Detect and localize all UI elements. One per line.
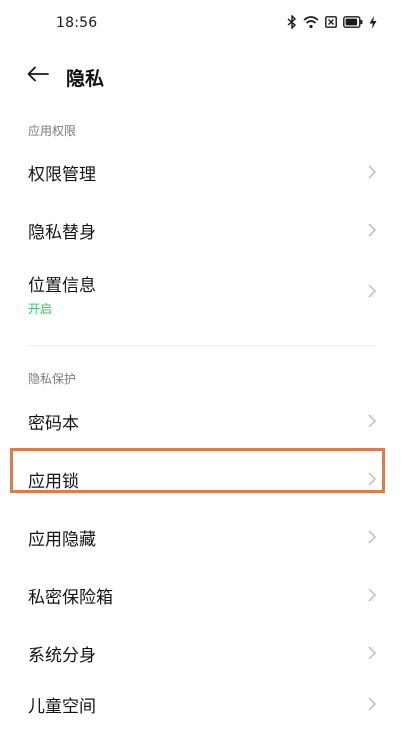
page-title: 隐私 (66, 68, 105, 90)
chevron-right-icon (368, 414, 377, 428)
location-status: 开启 (28, 302, 53, 316)
bluetooth-icon (287, 15, 297, 29)
list-item-hide-apps[interactable]: 应用隐藏 (0, 508, 407, 566)
status-time: 18:56 (56, 15, 98, 31)
chevron-right-icon (368, 530, 377, 544)
list-item-kids-space[interactable]: 儿童空间 (0, 675, 407, 733)
chevron-right-icon (368, 284, 377, 298)
charging-icon (369, 15, 377, 29)
arrow-left-icon (27, 66, 49, 86)
list-item-label: 儿童空间 (28, 697, 96, 717)
list-item-label: 应用隐藏 (28, 530, 96, 550)
list-item-label: 私密保险箱 (28, 588, 113, 608)
list-item-password-book[interactable]: 密码本 (0, 392, 407, 450)
list-item-location[interactable]: 位置信息 开启 (0, 265, 407, 323)
highlight-box (10, 448, 385, 493)
chevron-right-icon (368, 646, 377, 660)
list-item-label: 隐私替身 (28, 223, 96, 243)
back-button[interactable] (24, 64, 52, 88)
section-label-privacy-protection: 隐私保护 (28, 372, 77, 386)
chevron-right-icon (368, 165, 377, 179)
list-item-label: 系统分身 (28, 646, 96, 666)
list-item-permission-management[interactable]: 权限管理 (0, 143, 407, 201)
list-item-label: 权限管理 (28, 165, 96, 185)
section-divider (28, 345, 376, 346)
list-item-private-safe[interactable]: 私密保险箱 (0, 566, 407, 624)
list-item-label: 密码本 (28, 414, 79, 434)
chevron-right-icon (368, 223, 377, 237)
chevron-right-icon (368, 697, 377, 711)
list-item-label: 位置信息 (28, 276, 96, 296)
status-icons (287, 15, 377, 29)
list-item-privacy-substitute[interactable]: 隐私替身 (0, 201, 407, 259)
section-label-app-permissions: 应用权限 (28, 124, 77, 138)
chevron-right-icon (368, 588, 377, 602)
status-bar: 18:56 (0, 0, 407, 48)
header: 隐私 (0, 56, 407, 96)
battery-icon (343, 16, 363, 28)
list-item-system-clone[interactable]: 系统分身 (0, 624, 407, 682)
sim-icon (325, 16, 337, 28)
wifi-icon (303, 15, 319, 29)
